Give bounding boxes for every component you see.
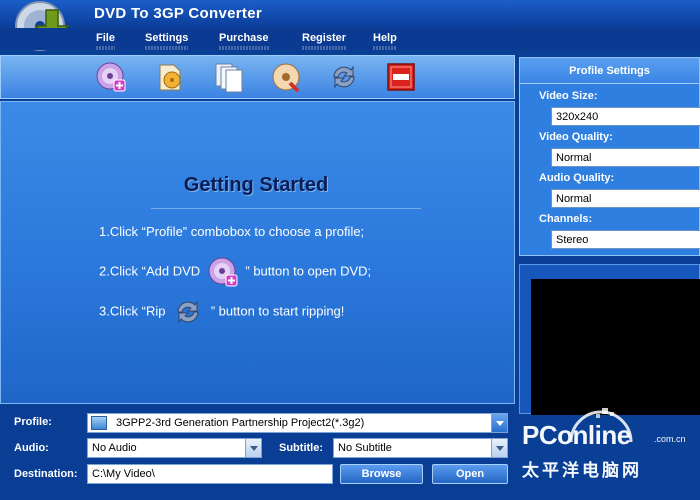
open-file-icon[interactable] [154, 61, 186, 93]
divider [151, 208, 421, 209]
chevron-down-icon[interactable] [491, 414, 507, 432]
menu-file[interactable]: File [96, 32, 115, 50]
add-dvd-icon [208, 257, 238, 287]
rip-icon [177, 300, 199, 324]
snapshot-icon[interactable] [270, 61, 302, 93]
channels-field[interactable]: Stereo [551, 230, 700, 249]
subtitle-select-value: No Subtitle [338, 442, 392, 454]
profile-settings-header: Profile Settings [520, 58, 699, 84]
audio-quality-field[interactable]: Normal [551, 189, 700, 208]
profile-settings-panel: Profile Settings Video Size: 320x240 Vid… [519, 57, 700, 256]
subtitle-select[interactable]: No Subtitle [333, 438, 508, 458]
window-title: DVD To 3GP Converter [94, 5, 262, 22]
toolbar [0, 55, 515, 99]
stop-icon[interactable] [385, 61, 417, 93]
audio-select-value: No Audio [92, 442, 137, 454]
copy-pages-icon[interactable] [213, 61, 245, 93]
profile-format-icon [91, 416, 107, 430]
video-quality-label: Video Quality: [539, 131, 613, 143]
channels-label: Channels: [539, 213, 593, 225]
getting-started-panel: Getting Started 1.Click “Profile” combob… [0, 101, 515, 404]
watermark-chinese-name: 太平洋电脑网 [522, 461, 642, 480]
preview-screen [531, 279, 700, 415]
menu-bar: File Settings Purchase Register Help [0, 28, 700, 50]
pconline-watermark: PConline .com.cn 太平洋电脑网 [518, 404, 700, 500]
chevron-down-icon[interactable] [491, 439, 507, 457]
step-1: 1.Click “Profile” combobox to choose a p… [99, 224, 365, 239]
audio-quality-label: Audio Quality: [539, 172, 615, 184]
preview-frame [519, 264, 700, 415]
watermark-domain: .com.cn [654, 434, 686, 444]
profile-label: Profile: [14, 416, 52, 428]
profile-select[interactable]: 3GPP2-3rd Generation Partnership Project… [87, 413, 508, 433]
output-settings: Profile: 3GPP2-3rd Generation Partnershi… [0, 406, 515, 500]
profile-select-value: 3GPP2-3rd Generation Partnership Project… [116, 417, 365, 429]
browse-button[interactable]: Browse [340, 464, 423, 484]
step-2: 2.Click “Add DVD ” button to open DVD; [99, 256, 371, 288]
step-3-text-start: 3.Click “Rip [99, 303, 166, 319]
menu-settings[interactable]: Settings [145, 32, 189, 50]
step-3: 3.Click “Rip ” button to start ripping! [99, 296, 344, 328]
title-bar: DVD To 3GP Converter [0, 0, 700, 28]
destination-input[interactable]: C:\My Video\ [87, 464, 333, 484]
video-size-field[interactable]: 320x240 [551, 107, 700, 126]
step-2-text-start: 2.Click “Add DVD [99, 263, 201, 279]
audio-label: Audio: [14, 442, 49, 454]
rip-icon[interactable] [328, 61, 360, 93]
video-quality-field[interactable]: Normal [551, 148, 700, 167]
destination-label: Destination: [14, 468, 78, 480]
video-size-label: Video Size: [539, 90, 598, 102]
getting-started-title: Getting Started [183, 174, 329, 196]
chevron-down-icon[interactable] [245, 439, 261, 457]
add-dvd-icon[interactable] [95, 61, 127, 93]
subtitle-label: Subtitle: [279, 442, 323, 454]
open-button[interactable]: Open [432, 464, 508, 484]
step-3-text-end: ” button to start ripping! [210, 303, 345, 319]
menu-help[interactable]: Help [373, 32, 397, 50]
step-2-text-end: ” button to open DVD; [245, 263, 372, 279]
menu-purchase[interactable]: Purchase [219, 32, 269, 50]
audio-select[interactable]: No Audio [87, 438, 262, 458]
menu-register[interactable]: Register [302, 32, 347, 50]
watermark-brand: PConline [522, 420, 631, 450]
